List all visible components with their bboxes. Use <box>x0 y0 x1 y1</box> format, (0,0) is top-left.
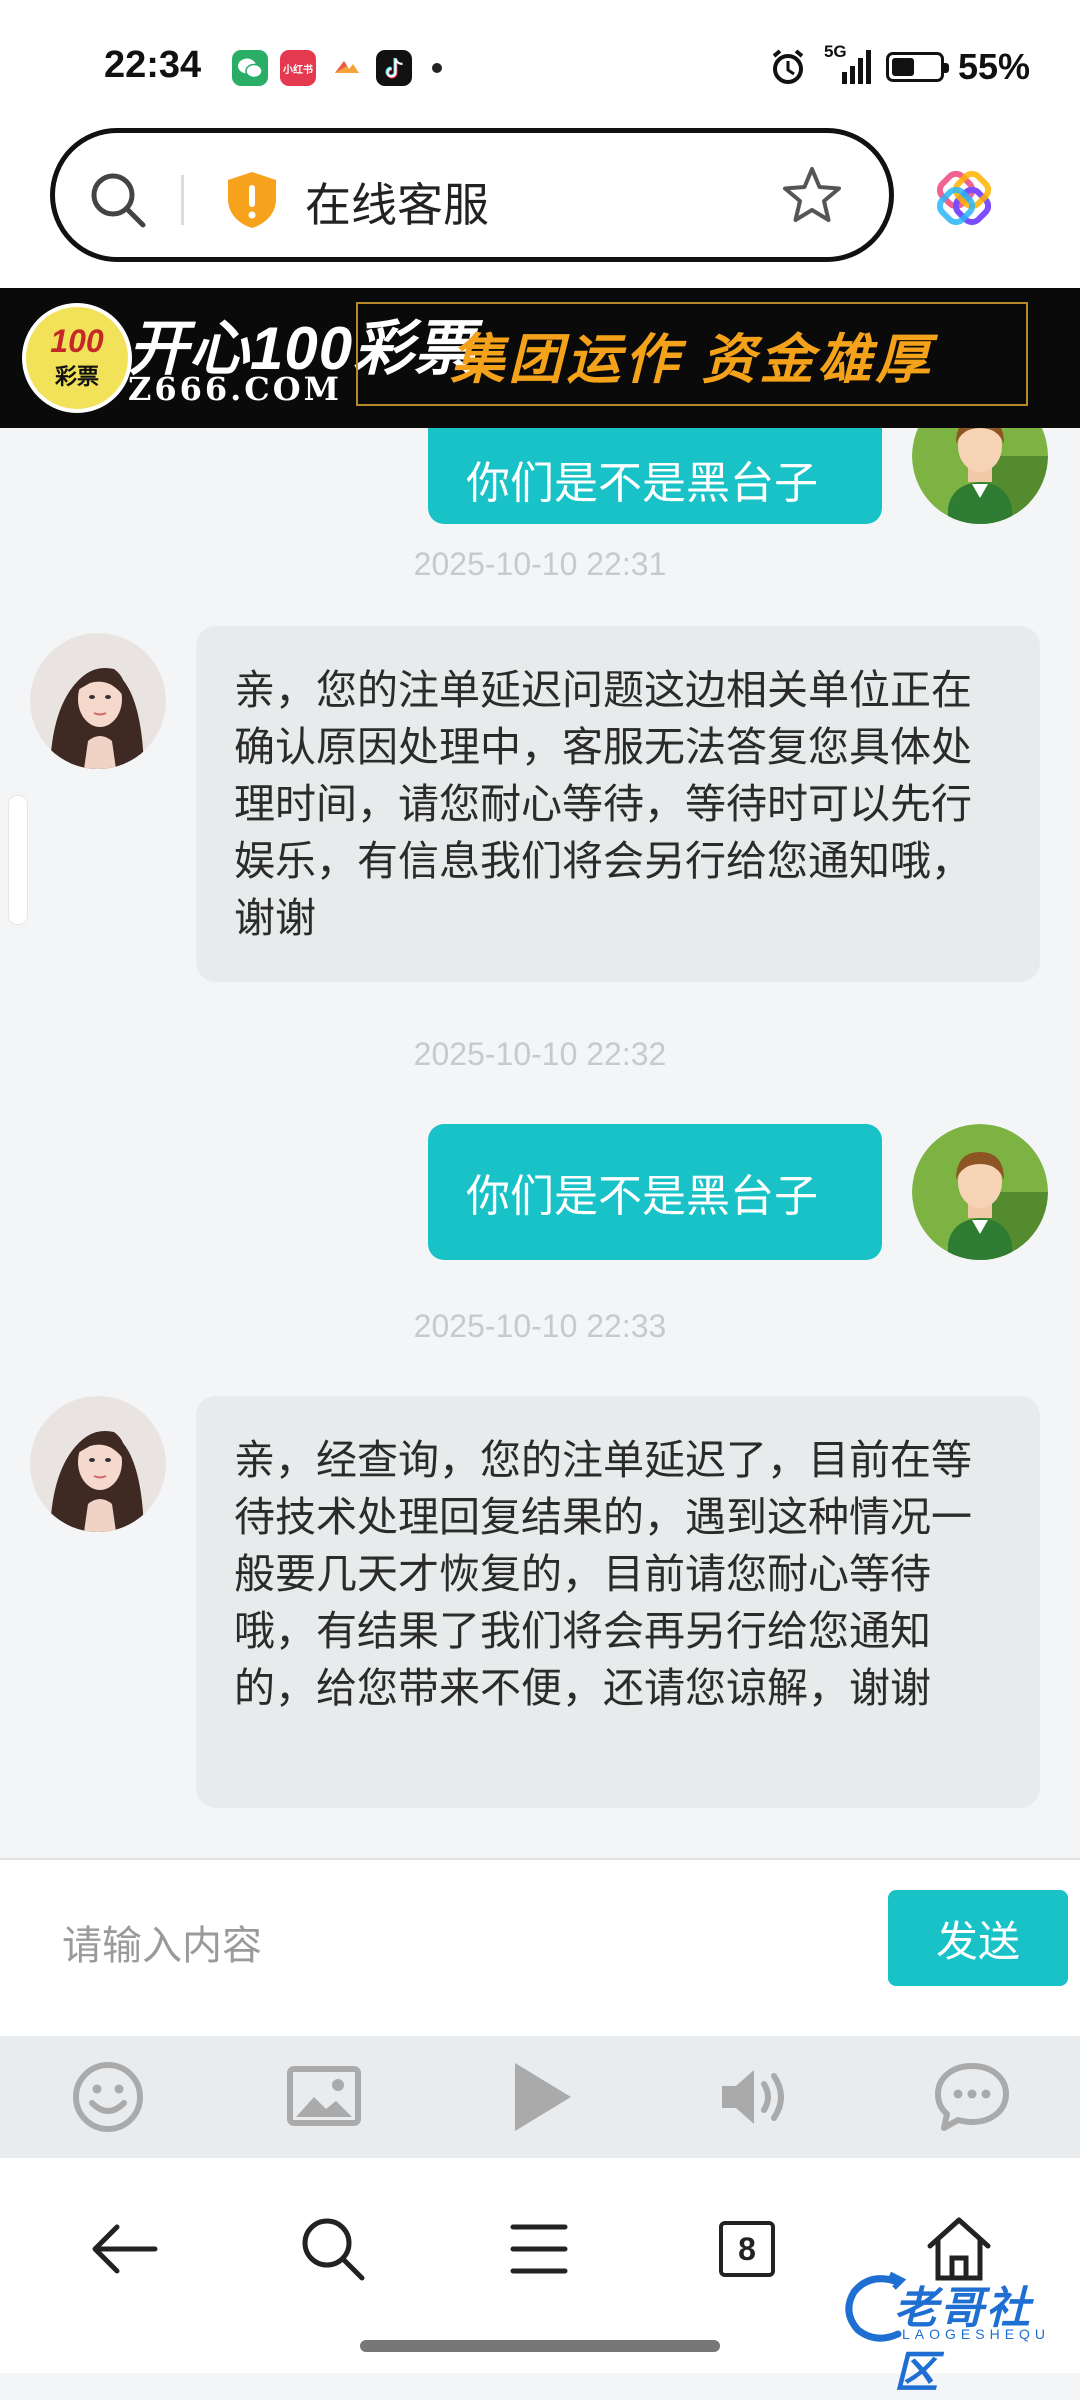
bookmark-star-icon[interactable] <box>779 163 845 234</box>
tiktok-icon <box>376 50 412 86</box>
banner-slogan: 集团运作 资金雄厚 <box>356 302 1028 406</box>
lottery-banner[interactable]: 100 彩票 开心100彩票 Z666.COM 集团运作 资金雄厚 <box>0 288 1080 428</box>
badge-number: 100 <box>50 323 104 359</box>
home-indicator[interactable] <box>360 2340 720 2352</box>
status-bar: 22:34 小红书 5G 55% <box>0 0 1080 120</box>
user-message-bubble: 你们是不是黑台子 <box>428 428 882 524</box>
user-message-text: 你们是不是黑台子 <box>466 459 818 508</box>
agent-avatar[interactable] <box>30 633 166 769</box>
page-title[interactable]: 在线客服 <box>305 169 489 235</box>
volume-icon[interactable] <box>711 2052 801 2142</box>
xiaohongshu-label: 小红书 <box>283 64 313 76</box>
message-input-bar: 发送 <box>0 1858 1080 2036</box>
message-timestamp: 2025-10-10 22:31 <box>413 546 667 582</box>
emoji-icon[interactable] <box>63 2052 153 2142</box>
banner-domain: Z666.COM <box>128 370 343 408</box>
play-icon[interactable] <box>495 2052 585 2142</box>
xiaohongshu-icon: 小红书 <box>280 50 316 86</box>
message-input[interactable] <box>60 1910 844 1982</box>
search-icon[interactable] <box>85 167 151 238</box>
user-message-text: 你们是不是黑台子 <box>466 1172 818 1221</box>
agent-message-text: 亲，经查询，您的注单延迟了，目前在等待技术处理回复结果的，遇到这种情况一般要几天… <box>234 1437 972 1711</box>
address-pill[interactable]: 在线客服 <box>50 128 894 262</box>
agent-message-bubble: 亲，您的注单延迟问题这边相关单位正在确认原因处理中，客服无法答复您具体处理时间，… <box>196 626 1040 982</box>
chat-bubble-icon[interactable] <box>927 2052 1017 2142</box>
image-icon[interactable] <box>279 2052 369 2142</box>
back-arrow-icon[interactable] <box>78 2204 168 2294</box>
app-icon <box>328 50 364 86</box>
user-avatar[interactable] <box>912 1124 1048 1260</box>
status-app-icons: 小红书 <box>232 50 442 86</box>
agent-message-bubble: 亲，经查询，您的注单延迟了，目前在等待技术处理回复结果的，遇到这种情况一般要几天… <box>196 1396 1040 1808</box>
user-message-bubble: 你们是不是黑台子 <box>428 1124 882 1260</box>
network-type: 5G <box>823 42 847 61</box>
wechat-icon <box>232 50 268 86</box>
search-icon[interactable] <box>288 2204 378 2294</box>
status-right: 5G 55% <box>768 42 1030 88</box>
battery-percent: 55% <box>957 46 1030 87</box>
watermark-logo: 老哥社区 LAOGESHEQU <box>840 2268 1066 2397</box>
alarm-icon <box>772 49 804 84</box>
scroll-handle[interactable] <box>8 795 28 925</box>
message-timestamp: 2025-10-10 22:32 <box>413 1036 667 1072</box>
watermark-subtext: LAOGESHEQU <box>902 2326 1051 2342</box>
agent-avatar[interactable] <box>30 1396 166 1532</box>
message-timestamp: 2025-10-10 22:33 <box>413 1308 667 1344</box>
agent-message-text: 亲，您的注单延迟问题这边相关单位正在确认原因处理中，客服无法答复您具体处理时间，… <box>234 667 972 941</box>
browser-address-bar: 在线客服 <box>0 120 1080 288</box>
tabs-count: 8 <box>719 2221 775 2277</box>
browser-extension-icon[interactable] <box>932 166 996 235</box>
badge-label: 彩票 <box>54 364 99 389</box>
battery-icon <box>885 52 949 82</box>
signal-icon: 5G <box>822 42 872 86</box>
send-button[interactable]: 发送 <box>888 1890 1068 1986</box>
tabs-button[interactable]: 8 <box>702 2204 792 2294</box>
shield-warning-icon[interactable] <box>223 169 281 236</box>
user-avatar[interactable] <box>912 428 1048 524</box>
banner-logo-badge: 100 彩票 <box>22 303 132 413</box>
chat-history[interactable]: 你们是不是黑台子 2025-10-10 22:31 亲，您的注单延迟问题这边相关… <box>0 428 1080 1858</box>
notification-dot <box>432 63 442 73</box>
menu-icon[interactable] <box>494 2204 584 2294</box>
status-time: 22:34 <box>104 44 202 86</box>
chat-toolbar <box>0 2036 1080 2158</box>
address-divider <box>181 175 184 225</box>
browser-nav-bar: 8 老哥社区 LAOGESHEQU <box>0 2158 1080 2397</box>
